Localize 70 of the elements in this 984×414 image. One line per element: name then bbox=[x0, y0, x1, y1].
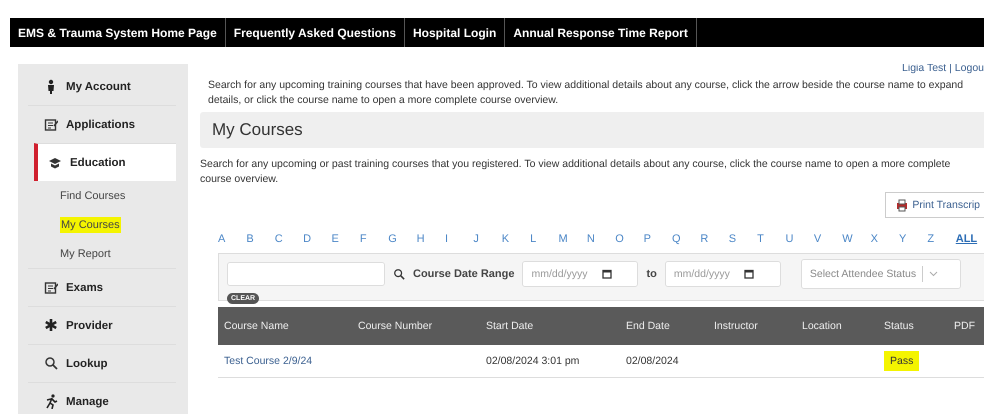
column-header: Status bbox=[878, 307, 948, 345]
sidebar-subitem[interactable]: Find Courses bbox=[60, 181, 176, 210]
letter-filter[interactable]: T bbox=[757, 233, 786, 245]
letter-filter[interactable]: V bbox=[814, 233, 842, 245]
search-icon bbox=[44, 356, 58, 371]
cap-icon bbox=[48, 155, 62, 170]
asterisk-icon bbox=[44, 318, 58, 333]
sidebar-subitem[interactable]: My Report bbox=[60, 239, 176, 268]
section-title: My Courses bbox=[212, 120, 303, 140]
description-text: Search for any upcoming or past training courses that you registered. To view additional details about any course, click the course name to open a more complete course overview. bbox=[200, 157, 952, 187]
column-header: Course Name bbox=[218, 307, 352, 345]
to-label: to bbox=[646, 268, 657, 280]
date-field[interactable]: mm/dd/yyyy bbox=[522, 261, 638, 287]
runner-icon bbox=[44, 394, 58, 409]
letter-filter[interactable]: Y bbox=[899, 233, 928, 245]
letter-filter[interactable]: N bbox=[586, 233, 616, 245]
printer-icon bbox=[896, 198, 908, 212]
letter-filter[interactable]: G bbox=[388, 233, 417, 245]
search-field[interactable] bbox=[227, 262, 385, 286]
column-header: Course Number bbox=[352, 307, 480, 345]
sidebar-item[interactable]: Manage bbox=[28, 382, 176, 414]
table-cell: 02/08/2024 3:01 pm bbox=[486, 355, 580, 367]
intro-text: Search for any upcoming training courses that have been approved. To view additional details about any course, click the arrow beside the course name to expand details, or click the course name to open a more complete course overview. bbox=[208, 78, 964, 108]
form-icon bbox=[44, 280, 58, 295]
column-header: Location bbox=[796, 307, 878, 345]
table-cell: 02/08/2024 bbox=[626, 355, 679, 367]
sidebar-item[interactable]: Exams bbox=[28, 268, 176, 306]
sidebar-item[interactable]: Education bbox=[34, 143, 176, 181]
print-button[interactable]: Print Transcrip bbox=[885, 192, 984, 218]
date-field[interactable]: mm/dd/yyyy bbox=[664, 261, 781, 287]
column-header: PDF bbox=[948, 307, 984, 345]
date-range-label: Course Date Range bbox=[413, 268, 514, 280]
letter-filter[interactable]: L bbox=[530, 233, 558, 245]
letter-filter[interactable]: S bbox=[728, 233, 758, 245]
letter-filter[interactable]: B bbox=[246, 233, 275, 245]
search-icon[interactable] bbox=[393, 268, 405, 280]
logout-link[interactable]: Logou bbox=[954, 64, 984, 74]
letter-filter[interactable]: I bbox=[445, 233, 474, 245]
letter-filter[interactable]: K bbox=[502, 233, 530, 245]
letter-filter[interactable]: Z bbox=[927, 233, 956, 245]
sidebar-subitem[interactable]: My Courses bbox=[60, 210, 176, 239]
letter-filter[interactable]: Q bbox=[672, 233, 700, 245]
letter-filter[interactable]: M bbox=[558, 233, 587, 245]
letter-filter[interactable]: J bbox=[473, 233, 502, 245]
letter-filter[interactable]: D bbox=[303, 233, 332, 245]
letter-filter[interactable]: C bbox=[274, 233, 304, 245]
calendar-icon bbox=[744, 269, 754, 279]
letter-filter[interactable]: E bbox=[332, 233, 360, 245]
letter-filter[interactable]: F bbox=[360, 233, 388, 245]
letter-filter[interactable]: ALL bbox=[956, 233, 984, 245]
column-header: End Date bbox=[620, 307, 708, 345]
calendar-icon bbox=[602, 269, 612, 279]
column-header: Start Date bbox=[480, 307, 620, 345]
status-dropdown[interactable]: Select Attendee Status bbox=[800, 259, 961, 289]
sidebar-item[interactable]: Lookup bbox=[28, 344, 176, 382]
form-icon bbox=[44, 117, 58, 132]
table-cell: Pass bbox=[884, 351, 920, 371]
letter-filter[interactable]: U bbox=[786, 233, 814, 245]
letter-filter[interactable]: P bbox=[644, 233, 672, 245]
sidebar-item[interactable]: My Account bbox=[28, 68, 176, 105]
column-header: Instructor bbox=[708, 307, 796, 345]
letter-filter[interactable]: W bbox=[842, 233, 871, 245]
course-link[interactable]: Test Course 2/9/24 bbox=[224, 355, 312, 367]
letter-filter[interactable]: A bbox=[218, 233, 246, 245]
chevron-icon bbox=[929, 271, 938, 277]
letter-filter[interactable]: O bbox=[615, 233, 644, 245]
letter-filter[interactable]: R bbox=[700, 233, 729, 245]
letter-filter[interactable]: H bbox=[416, 233, 445, 245]
sidebar-item[interactable]: Provider bbox=[28, 306, 176, 344]
letter-filter[interactable]: X bbox=[870, 233, 899, 245]
